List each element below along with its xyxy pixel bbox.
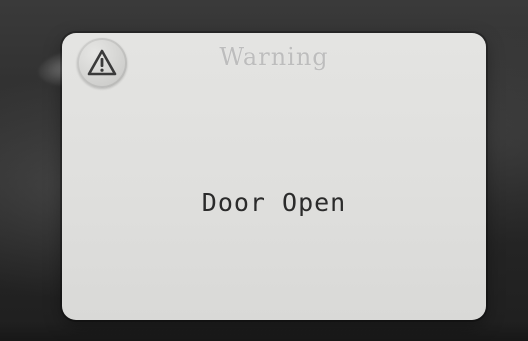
warning-dialog: Warning Door Open bbox=[62, 33, 486, 320]
dialog-title: Warning bbox=[219, 43, 329, 71]
bottom-shadow bbox=[0, 321, 528, 341]
dialog-message: Door Open bbox=[201, 188, 347, 217]
